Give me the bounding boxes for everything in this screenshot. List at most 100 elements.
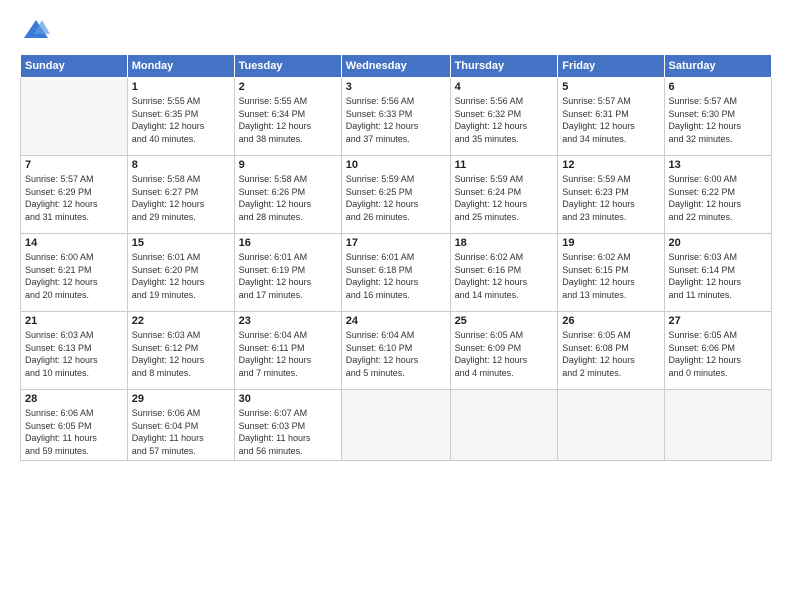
calendar-day-cell: 22 Sunrise: 6:03 AM Sunset: 6:12 PM Dayli… bbox=[127, 312, 234, 390]
calendar-day-cell bbox=[664, 390, 771, 461]
calendar-day-cell: 30 Sunrise: 6:07 AM Sunset: 6:03 PM Dayli… bbox=[234, 390, 341, 461]
day-number: 28 bbox=[25, 393, 123, 405]
day-info: Sunrise: 6:04 AM Sunset: 6:11 PM Dayligh… bbox=[239, 329, 337, 379]
day-info: Sunrise: 6:07 AM Sunset: 6:03 PM Dayligh… bbox=[239, 407, 337, 457]
calendar-day-cell: 28 Sunrise: 6:06 AM Sunset: 6:05 PM Dayli… bbox=[21, 390, 128, 461]
calendar-day-cell: 3 Sunrise: 5:56 AM Sunset: 6:33 PM Daylig… bbox=[341, 78, 450, 156]
day-info: Sunrise: 6:03 AM Sunset: 6:13 PM Dayligh… bbox=[25, 329, 123, 379]
calendar-week-row: 1 Sunrise: 5:55 AM Sunset: 6:35 PM Daylig… bbox=[21, 78, 772, 156]
calendar-day-cell: 25 Sunrise: 6:05 AM Sunset: 6:09 PM Dayli… bbox=[450, 312, 558, 390]
calendar-day-cell: 2 Sunrise: 5:55 AM Sunset: 6:34 PM Daylig… bbox=[234, 78, 341, 156]
day-info: Sunrise: 6:04 AM Sunset: 6:10 PM Dayligh… bbox=[346, 329, 446, 379]
day-info: Sunrise: 6:05 AM Sunset: 6:08 PM Dayligh… bbox=[562, 329, 659, 379]
day-info: Sunrise: 6:00 AM Sunset: 6:22 PM Dayligh… bbox=[669, 173, 767, 223]
logo-icon bbox=[22, 16, 50, 44]
day-info: Sunrise: 5:56 AM Sunset: 6:33 PM Dayligh… bbox=[346, 95, 446, 145]
day-info: Sunrise: 5:56 AM Sunset: 6:32 PM Dayligh… bbox=[455, 95, 554, 145]
calendar-day-cell: 12 Sunrise: 5:59 AM Sunset: 6:23 PM Dayli… bbox=[558, 156, 664, 234]
day-header-saturday: Saturday bbox=[664, 55, 771, 78]
calendar-day-cell: 18 Sunrise: 6:02 AM Sunset: 6:16 PM Dayli… bbox=[450, 234, 558, 312]
calendar-day-cell: 21 Sunrise: 6:03 AM Sunset: 6:13 PM Dayli… bbox=[21, 312, 128, 390]
day-number: 12 bbox=[562, 159, 659, 171]
day-info: Sunrise: 6:03 AM Sunset: 6:12 PM Dayligh… bbox=[132, 329, 230, 379]
calendar-day-cell: 14Sunrise: 6:00 AM Sunset: 6:21 PM Dayli… bbox=[21, 234, 128, 312]
day-number: 19 bbox=[562, 237, 659, 249]
calendar-day-cell: 17Sunrise: 6:01 AM Sunset: 6:18 PM Dayli… bbox=[341, 234, 450, 312]
calendar-week-row: 14Sunrise: 6:00 AM Sunset: 6:21 PM Dayli… bbox=[21, 234, 772, 312]
calendar-day-cell: 8Sunrise: 5:58 AM Sunset: 6:27 PM Daylig… bbox=[127, 156, 234, 234]
calendar-day-cell bbox=[558, 390, 664, 461]
logo bbox=[20, 16, 50, 44]
day-number: 15 bbox=[132, 237, 230, 249]
day-info: Sunrise: 5:55 AM Sunset: 6:34 PM Dayligh… bbox=[239, 95, 337, 145]
calendar-day-cell: 23 Sunrise: 6:04 AM Sunset: 6:11 PM Dayli… bbox=[234, 312, 341, 390]
day-info: Sunrise: 6:06 AM Sunset: 6:04 PM Dayligh… bbox=[132, 407, 230, 457]
calendar-day-cell: 19 Sunrise: 6:02 AM Sunset: 6:15 PM Dayli… bbox=[558, 234, 664, 312]
calendar-day-cell: 11Sunrise: 5:59 AM Sunset: 6:24 PM Dayli… bbox=[450, 156, 558, 234]
day-info: Sunrise: 5:58 AM Sunset: 6:27 PM Dayligh… bbox=[132, 173, 230, 223]
calendar-day-cell: 7 Sunrise: 5:57 AM Sunset: 6:29 PM Daylig… bbox=[21, 156, 128, 234]
calendar-header-row: SundayMondayTuesdayWednesdayThursdayFrid… bbox=[21, 55, 772, 78]
calendar-day-cell: 29 Sunrise: 6:06 AM Sunset: 6:04 PM Dayli… bbox=[127, 390, 234, 461]
day-number: 7 bbox=[25, 159, 123, 171]
day-info: Sunrise: 6:01 AM Sunset: 6:20 PM Dayligh… bbox=[132, 251, 230, 301]
calendar-day-cell bbox=[450, 390, 558, 461]
day-info: Sunrise: 6:06 AM Sunset: 6:05 PM Dayligh… bbox=[25, 407, 123, 457]
calendar-week-row: 28 Sunrise: 6:06 AM Sunset: 6:05 PM Dayli… bbox=[21, 390, 772, 461]
day-header-friday: Friday bbox=[558, 55, 664, 78]
day-info: Sunrise: 6:03 AM Sunset: 6:14 PM Dayligh… bbox=[669, 251, 767, 301]
day-number: 3 bbox=[346, 81, 446, 93]
day-info: Sunrise: 5:59 AM Sunset: 6:24 PM Dayligh… bbox=[455, 173, 554, 223]
day-number: 9 bbox=[239, 159, 337, 171]
day-number: 25 bbox=[455, 315, 554, 327]
day-info: Sunrise: 5:57 AM Sunset: 6:29 PM Dayligh… bbox=[25, 173, 123, 223]
day-info: Sunrise: 5:59 AM Sunset: 6:23 PM Dayligh… bbox=[562, 173, 659, 223]
calendar-day-cell: 24 Sunrise: 6:04 AM Sunset: 6:10 PM Dayli… bbox=[341, 312, 450, 390]
calendar-day-cell: 10Sunrise: 5:59 AM Sunset: 6:25 PM Dayli… bbox=[341, 156, 450, 234]
day-header-tuesday: Tuesday bbox=[234, 55, 341, 78]
calendar-day-cell: 6 Sunrise: 5:57 AM Sunset: 6:30 PM Daylig… bbox=[664, 78, 771, 156]
day-number: 23 bbox=[239, 315, 337, 327]
day-number: 18 bbox=[455, 237, 554, 249]
day-info: Sunrise: 5:58 AM Sunset: 6:26 PM Dayligh… bbox=[239, 173, 337, 223]
calendar-day-cell: 16 Sunrise: 6:01 AM Sunset: 6:19 PM Dayli… bbox=[234, 234, 341, 312]
day-number: 4 bbox=[455, 81, 554, 93]
day-header-thursday: Thursday bbox=[450, 55, 558, 78]
calendar-table: SundayMondayTuesdayWednesdayThursdayFrid… bbox=[20, 54, 772, 461]
day-number: 29 bbox=[132, 393, 230, 405]
page: SundayMondayTuesdayWednesdayThursdayFrid… bbox=[0, 0, 792, 612]
day-info: Sunrise: 5:57 AM Sunset: 6:31 PM Dayligh… bbox=[562, 95, 659, 145]
calendar-day-cell: 20 Sunrise: 6:03 AM Sunset: 6:14 PM Dayli… bbox=[664, 234, 771, 312]
calendar-week-row: 21 Sunrise: 6:03 AM Sunset: 6:13 PM Dayli… bbox=[21, 312, 772, 390]
day-number: 20 bbox=[669, 237, 767, 249]
day-number: 13 bbox=[669, 159, 767, 171]
calendar-day-cell bbox=[21, 78, 128, 156]
day-header-wednesday: Wednesday bbox=[341, 55, 450, 78]
day-number: 24 bbox=[346, 315, 446, 327]
day-number: 22 bbox=[132, 315, 230, 327]
calendar-day-cell: 26 Sunrise: 6:05 AM Sunset: 6:08 PM Dayli… bbox=[558, 312, 664, 390]
day-number: 26 bbox=[562, 315, 659, 327]
day-number: 1 bbox=[132, 81, 230, 93]
day-info: Sunrise: 5:59 AM Sunset: 6:25 PM Dayligh… bbox=[346, 173, 446, 223]
day-info: Sunrise: 6:01 AM Sunset: 6:19 PM Dayligh… bbox=[239, 251, 337, 301]
calendar-day-cell: 15 Sunrise: 6:01 AM Sunset: 6:20 PM Dayli… bbox=[127, 234, 234, 312]
day-number: 30 bbox=[239, 393, 337, 405]
calendar-week-row: 7 Sunrise: 5:57 AM Sunset: 6:29 PM Daylig… bbox=[21, 156, 772, 234]
day-number: 6 bbox=[669, 81, 767, 93]
day-number: 14 bbox=[25, 237, 123, 249]
day-info: Sunrise: 6:02 AM Sunset: 6:16 PM Dayligh… bbox=[455, 251, 554, 301]
day-info: Sunrise: 5:57 AM Sunset: 6:30 PM Dayligh… bbox=[669, 95, 767, 145]
day-number: 21 bbox=[25, 315, 123, 327]
day-info: Sunrise: 6:05 AM Sunset: 6:09 PM Dayligh… bbox=[455, 329, 554, 379]
day-number: 27 bbox=[669, 315, 767, 327]
day-number: 5 bbox=[562, 81, 659, 93]
calendar-day-cell: 4 Sunrise: 5:56 AM Sunset: 6:32 PM Daylig… bbox=[450, 78, 558, 156]
day-number: 16 bbox=[239, 237, 337, 249]
day-info: Sunrise: 6:02 AM Sunset: 6:15 PM Dayligh… bbox=[562, 251, 659, 301]
day-info: Sunrise: 5:55 AM Sunset: 6:35 PM Dayligh… bbox=[132, 95, 230, 145]
calendar-day-cell: 9 Sunrise: 5:58 AM Sunset: 6:26 PM Daylig… bbox=[234, 156, 341, 234]
calendar-day-cell: 27Sunrise: 6:05 AM Sunset: 6:06 PM Dayli… bbox=[664, 312, 771, 390]
day-number: 2 bbox=[239, 81, 337, 93]
day-number: 17 bbox=[346, 237, 446, 249]
